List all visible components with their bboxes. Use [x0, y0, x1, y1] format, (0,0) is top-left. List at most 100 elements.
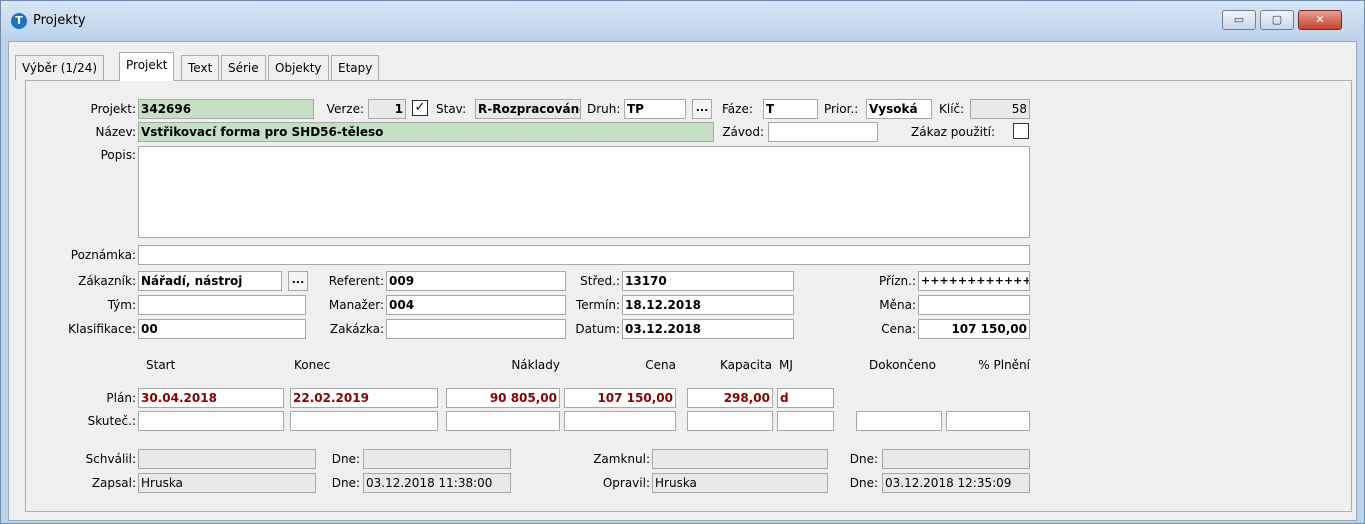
verze-field[interactable]: 1: [368, 99, 406, 119]
zamknul-label: Zamknul:: [593, 452, 650, 466]
dne-zapisu-label: Dne:: [331, 476, 360, 490]
zakaz-pouziti-checkbox[interactable]: [1013, 123, 1029, 139]
close-button[interactable]: ✕: [1298, 10, 1342, 30]
zamknul-field: [652, 449, 828, 469]
druh-label: Druh:: [587, 102, 621, 116]
manazer-label: Manažer:: [328, 298, 384, 312]
stred-field[interactable]: 13170: [622, 271, 794, 291]
tab-etapy[interactable]: Etapy: [331, 55, 380, 80]
datum-field[interactable]: 03.12.2018: [622, 319, 794, 339]
plan-label: Plán:: [106, 391, 136, 405]
dne-schvaleni-label: Dne:: [331, 452, 360, 466]
prior-label: Prior.:: [824, 102, 859, 116]
kapacita-header: Kapacita: [720, 358, 772, 372]
plan-naklady-field[interactable]: 90 805,00: [446, 388, 560, 408]
faze-label: Fáze:: [722, 102, 753, 116]
plan-kapacita-field[interactable]: 298,00: [687, 388, 773, 408]
mj-header: MJ: [779, 358, 793, 372]
stred-label: Střed.:: [580, 274, 620, 288]
tab-text[interactable]: Text: [181, 55, 220, 80]
popis-textarea[interactable]: [138, 146, 1030, 238]
dne-zamceni-field: [882, 449, 1030, 469]
manazer-field[interactable]: 004: [386, 295, 566, 315]
cena-header: Cena: [645, 358, 676, 372]
dne-zapisu-field: 03.12.2018 11:38:00: [363, 473, 511, 493]
skutec-naklady-field[interactable]: [446, 411, 560, 431]
naklady-header: Náklady: [511, 358, 560, 372]
poznamka-label: Poznámka:: [70, 248, 136, 262]
skutec-label: Skuteč.:: [87, 414, 136, 428]
mena-label: Měna:: [879, 298, 916, 312]
tab-projekt[interactable]: Projekt: [119, 52, 175, 81]
zakaz-pouziti-label: Zákaz použití:: [911, 125, 996, 139]
skutec-plneni-field[interactable]: [946, 411, 1030, 431]
schvalil-field: [138, 449, 316, 469]
skutec-dokonceno-field[interactable]: [856, 411, 942, 431]
datum-label: Datum:: [575, 322, 620, 336]
skutec-kapacita-field[interactable]: [687, 411, 773, 431]
nazev-field[interactable]: Vstřikovací forma pro SHD56-těleso: [138, 122, 714, 142]
zakaznik-field[interactable]: Nářadí, nástroj: [138, 271, 282, 291]
konec-header: Konec: [294, 358, 331, 372]
start-header: Start: [146, 358, 176, 372]
cena-label: Cena:: [881, 322, 916, 336]
title-bar: T Projekty ▭ ▢ ✕: [1, 1, 1364, 41]
dne-schvaleni-field: [363, 449, 511, 469]
maximize-button[interactable]: ▢: [1260, 10, 1294, 30]
app-logo-icon: T: [11, 13, 27, 29]
cena-field[interactable]: 107 150,00: [918, 319, 1030, 339]
skutec-konec-field[interactable]: [290, 411, 438, 431]
window-title: Projekty: [33, 13, 86, 28]
referent-label: Referent:: [328, 274, 384, 288]
plan-konec-field[interactable]: 22.02.2019: [290, 388, 438, 408]
prior-field[interactable]: Vysoká: [866, 99, 932, 119]
klic-field[interactable]: 58: [970, 99, 1030, 119]
projekt-label: Projekt:: [90, 102, 136, 116]
skutec-start-field[interactable]: [138, 411, 284, 431]
plan-mj-field[interactable]: d: [777, 388, 834, 408]
client-area: Výběr (1/24) Projekt Text Série Objekty …: [8, 41, 1357, 521]
druh-field[interactable]: TP: [624, 99, 686, 119]
klic-label: Klíč:: [939, 102, 965, 116]
tab-serie[interactable]: Série: [221, 55, 266, 80]
nazev-label: Název:: [95, 125, 137, 139]
zavod-label: Závod:: [722, 125, 764, 139]
popis-label: Popis:: [100, 148, 136, 162]
referent-field[interactable]: 009: [386, 271, 566, 291]
plan-start-field[interactable]: 30.04.2018: [138, 388, 284, 408]
zapsal-field: Hruska: [138, 473, 316, 493]
opravil-label: Opravil:: [602, 476, 650, 490]
skutec-cena-field[interactable]: [564, 411, 676, 431]
zakaznik-lookup-button[interactable]: ...: [288, 271, 308, 291]
stav-field[interactable]: R-Rozpracováno: [475, 99, 581, 119]
skutec-mj-field[interactable]: [777, 411, 834, 431]
termin-label: Termín:: [575, 298, 620, 312]
faze-field[interactable]: T: [763, 99, 818, 119]
zakaznik-label: Zákazník:: [78, 274, 136, 288]
dokonceno-header: Dokončeno: [869, 358, 936, 372]
verze-checkbox[interactable]: ✓: [412, 100, 428, 116]
termin-field[interactable]: 18.12.2018: [622, 295, 794, 315]
prizn-label: Přízn.:: [878, 274, 916, 288]
projekt-field[interactable]: 342696: [138, 99, 314, 119]
druh-lookup-button[interactable]: ...: [692, 99, 712, 119]
opravil-field: Hruska: [652, 473, 828, 493]
zavod-field[interactable]: [768, 122, 878, 142]
mena-field[interactable]: [918, 295, 1030, 315]
zakazka-field[interactable]: [386, 319, 566, 339]
tym-field[interactable]: [138, 295, 306, 315]
dne-zamceni-label: Dne:: [849, 452, 878, 466]
minimize-button[interactable]: ▭: [1222, 10, 1256, 30]
tab-objekty[interactable]: Objekty: [268, 55, 329, 80]
dne-opravy-field: 03.12.2018 12:35:09: [882, 473, 1030, 493]
prizn-field[interactable]: ++++++++++++++: [918, 271, 1030, 291]
tab-panel-projekt: Projekt: 342696 Verze: 1 ✓ Stav: R-Rozpr…: [25, 80, 1352, 512]
tab-vyber[interactable]: Výběr (1/24): [15, 55, 105, 80]
plan-cena-field[interactable]: 107 150,00: [564, 388, 676, 408]
stav-label: Stav:: [436, 102, 467, 116]
klasifikace-field[interactable]: 00: [138, 319, 306, 339]
zakazka-label: Zakázka:: [329, 322, 384, 336]
klasifikace-label: Klasifikace:: [68, 322, 136, 336]
poznamka-field[interactable]: [138, 245, 1030, 265]
verze-label: Verze:: [326, 102, 364, 116]
